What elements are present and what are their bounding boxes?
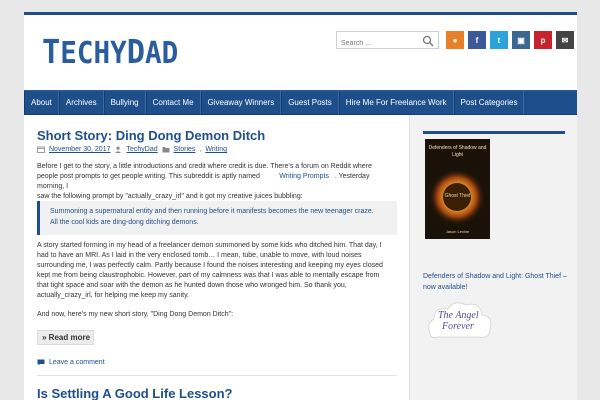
angel-line1: The Angel [438,310,479,321]
facebook-icon[interactable]: f [468,31,486,49]
post-divider [37,375,397,376]
category-stories[interactable]: Stories [174,146,196,153]
post-meta: November 30, 2017 TechyDad Stories, Writ… [37,146,227,153]
sidebar-accent-line [423,131,565,134]
pinterest-icon[interactable]: p [534,31,552,49]
nav-item-archives[interactable]: Archives [58,91,104,114]
site-logo[interactable]: TECHYDAD [42,35,178,71]
intro-paragraph: Before I get to the story, a little intr… [37,163,372,200]
nav-item-bullying[interactable]: Bullying [103,91,146,114]
closing-paragraph: And now, here's my new short story, "Din… [37,311,234,318]
writing-prompts-link[interactable]: Writing Prompts [279,173,329,180]
nav-item-contact-me[interactable]: Contact Me [145,91,201,114]
post-title[interactable]: Short Story: Ding Dong Demon Ditch [37,128,265,143]
leave-comment-link[interactable]: Leave a comment [37,359,105,366]
instagram-icon[interactable]: ▣ [512,31,530,49]
search-input[interactable] [337,35,417,52]
next-post-title[interactable]: Is Settling A Good Life Lesson? [37,386,233,400]
search-box [336,31,439,52]
angel-line2: Forever [441,321,474,332]
cloud-icon: The Angel Forever [428,302,492,338]
angel-forever-logo[interactable]: The Angel Forever [424,293,496,343]
post-author[interactable]: TechyDad [126,146,157,153]
author-icon [115,146,122,153]
search-icon[interactable] [422,35,434,47]
email-icon[interactable]: ✉ [556,31,574,49]
book-cover[interactable]: Defenders of Shadow and Light Ghost Thie… [425,139,490,239]
twitter-icon[interactable]: t [490,31,508,49]
nav-item-giveaway-winners[interactable]: Giveaway Winners [200,91,282,114]
category-writing[interactable]: Writing [205,146,227,153]
comment-icon [37,359,45,366]
nav-item-about[interactable]: About [24,91,59,114]
book-caption-link[interactable]: Defenders of Shadow and Light: Ghost Thi… [423,271,573,293]
calendar-icon [37,146,45,153]
nav-item-post-categories[interactable]: Post Categories [453,91,525,114]
story-paragraph: A story started forming in my head of a … [37,242,383,299]
main-nav: About Archives Bullying Contact Me Givea… [24,90,577,115]
sidebar: Defenders of Shadow and Light Ghost Thie… [409,115,577,400]
nav-item-guest-posts[interactable]: Guest Posts [281,91,339,114]
main-content: Short Story: Ding Dong Demon Ditch Novem… [24,115,409,400]
rss-icon[interactable]: ● [446,31,464,49]
folder-icon [162,147,170,153]
social-links: ● f t ▣ p ✉ [446,31,574,49]
post-date[interactable]: November 30, 2017 [49,146,110,153]
read-more-button[interactable]: » Read more [37,330,94,345]
prompt-quote: Summoning a supernatural entity and then… [37,201,397,235]
nav-item-hire-me[interactable]: Hire Me For Freelance Work [338,91,454,114]
site-header: TECHYDAD ● f t ▣ p ✉ [24,15,577,90]
